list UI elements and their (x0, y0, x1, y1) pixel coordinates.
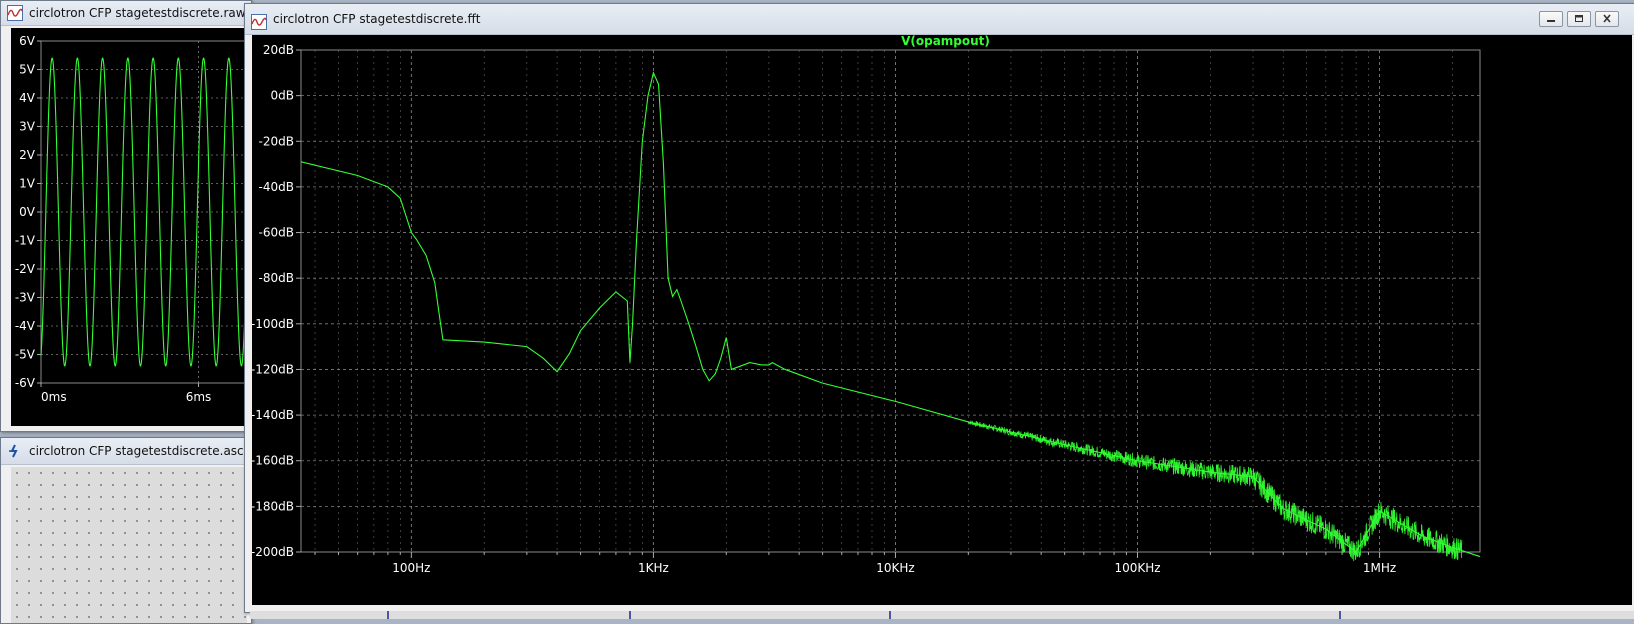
fft-x-tick-label: 100Hz (392, 561, 430, 575)
waveform-icon (7, 5, 23, 21)
raw-x-tick-label: 6ms (186, 390, 212, 404)
fft-x-tick-label: 1KHz (638, 561, 669, 575)
fft-x-tick-label: 100KHz (1114, 561, 1160, 575)
asc-titlebar[interactable]: circlotron CFP stagetestdiscrete.asc (1, 438, 251, 465)
fft-window[interactable]: circlotron CFP stagetestdiscrete.fft V(o… (244, 3, 1634, 613)
raw-y-tick-label: -4V (15, 319, 36, 333)
fft-chart: V(opampout) 100Hz 1KHz 10KHz 100KHz 1MHz 20dB 0… (252, 35, 1481, 575)
asc-window[interactable]: circlotron CFP stagetestdiscrete.asc (0, 437, 252, 624)
fft-y-tick-label: 20dB (263, 43, 294, 57)
fft-window-title: circlotron CFP stagetestdiscrete.fft (273, 12, 481, 26)
waveform-icon (251, 11, 267, 30)
raw-chart: 6V 5V 4V 3V 2V 1V 0V -1V -2V -3V -4V -5V -6V 0ms 6ms (15, 34, 251, 404)
fft-y-tick-label: -100dB (252, 317, 294, 331)
raw-y-tick-label: -1V (15, 234, 36, 248)
schematic-canvas[interactable] (11, 467, 247, 623)
raw-y-tick-label: -6V (15, 376, 36, 390)
asc-window-title: circlotron CFP stagetestdiscrete.asc (29, 444, 244, 458)
raw-titlebar[interactable]: circlotron CFP stagetestdiscrete.raw (1, 1, 251, 26)
fft-x-tick-label: 1MHz (1363, 561, 1396, 575)
schematic-icon (7, 442, 23, 458)
raw-y-tick-label: 0V (19, 205, 36, 219)
raw-y-tick-label: 3V (19, 120, 36, 134)
fft-y-tick-label: -180dB (252, 499, 294, 513)
fft-y-tick-label: -40dB (259, 180, 294, 194)
raw-y-tick-label: 2V (19, 148, 36, 162)
schematic-strip (250, 611, 1634, 619)
fft-y-tick-label: -140dB (252, 408, 294, 422)
fft-plot-area[interactable]: V(opampout) 100Hz 1KHz 10KHz 100KHz 1MHz 20dB 0… (252, 35, 1632, 605)
close-button[interactable] (1595, 11, 1619, 27)
minimize-button[interactable] (1539, 11, 1563, 27)
fft-noise-trace (968, 420, 1463, 562)
fft-y-tick-label: -160dB (252, 454, 294, 468)
raw-y-tick-label: 5V (19, 63, 36, 77)
fft-x-tick-label: 10KHz (876, 561, 914, 575)
fft-y-tick-label: -120dB (252, 362, 294, 376)
raw-y-tick-label: 1V (19, 177, 36, 191)
fft-trace (301, 71, 1481, 558)
raw-y-tick-label: 6V (19, 34, 36, 48)
raw-window[interactable]: circlotron CFP stagetestdiscrete.raw 6V 5… (0, 0, 252, 432)
fft-y-tick-label: -80dB (259, 271, 294, 285)
fft-y-tick-label: -20dB (259, 134, 294, 148)
raw-x-tick-label: 0ms (41, 390, 67, 404)
raw-window-title: circlotron CFP stagetestdiscrete.raw (29, 6, 246, 20)
raw-y-tick-label: -5V (15, 348, 36, 362)
trace-name-label: V(opampout) (901, 35, 990, 48)
fft-y-tick-label: -200dB (252, 545, 294, 559)
raw-plot-area[interactable]: 6V 5V 4V 3V 2V 1V 0V -1V -2V -3V -4V -5V -6V 0ms 6ms (11, 28, 251, 426)
restore-icon (1575, 15, 1583, 22)
restore-button[interactable] (1567, 11, 1591, 27)
fft-plot-frame (300, 49, 1481, 553)
raw-y-tick-label: -2V (15, 262, 36, 276)
raw-y-tick-label: 4V (19, 91, 36, 105)
fft-titlebar[interactable]: circlotron CFP stagetestdiscrete.fft (245, 4, 1634, 35)
raw-y-tick-label: -3V (15, 291, 36, 305)
minimize-icon (1547, 20, 1555, 22)
close-icon (1603, 14, 1611, 23)
fft-y-tick-label: 0dB (271, 89, 294, 103)
fft-y-tick-label: -60dB (259, 226, 294, 240)
